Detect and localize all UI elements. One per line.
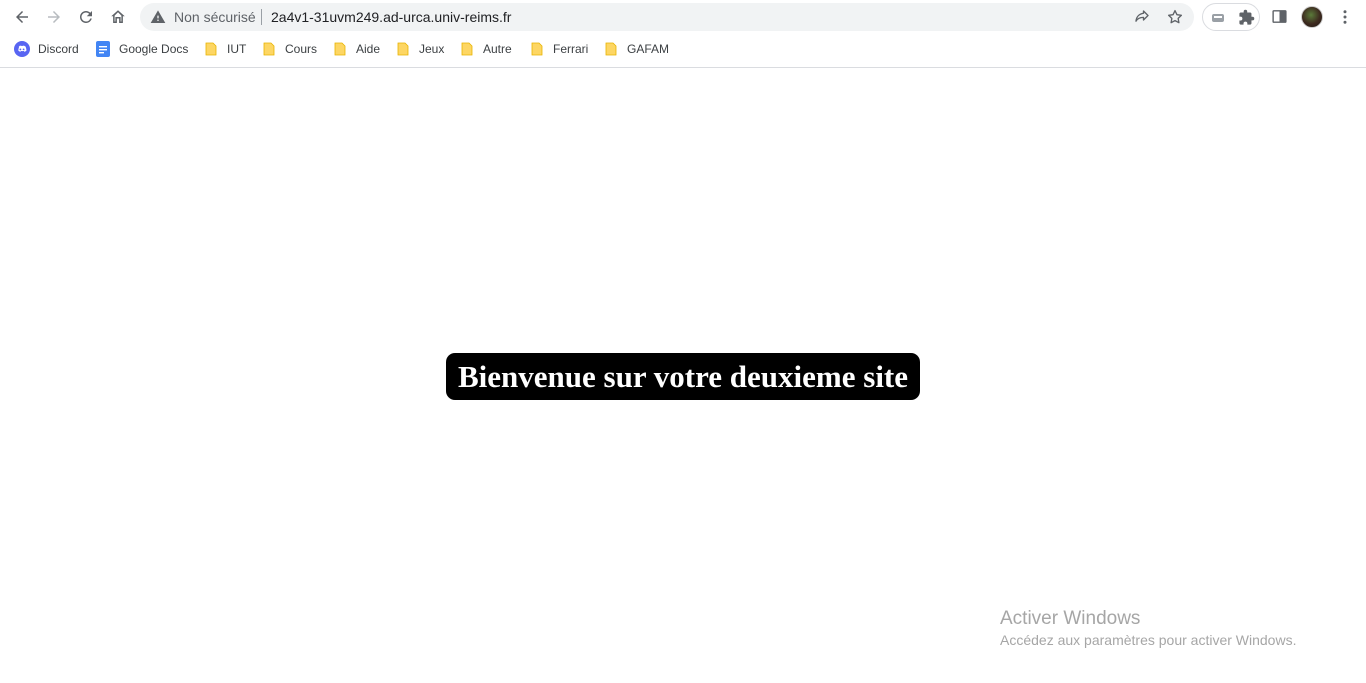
profile-avatar[interactable] [1301, 6, 1323, 28]
bookmark-label: IUT [227, 42, 247, 56]
discord-icon [14, 41, 30, 57]
forward-button[interactable] [40, 3, 68, 31]
bookmark-label: Cours [285, 42, 318, 56]
bookmark-label: Google Docs [119, 42, 189, 56]
bookmark-folder-ferrari[interactable]: Ferrari [529, 40, 588, 58]
address-bar[interactable]: Non sécurisé 2a4v1-31uvm249.ad-urca.univ… [140, 3, 1194, 31]
star-icon[interactable] [1166, 8, 1184, 26]
share-icon[interactable] [1133, 8, 1151, 26]
extensions-area [1202, 3, 1260, 31]
url-text[interactable]: 2a4v1-31uvm249.ad-urca.univ-reims.fr [271, 9, 511, 25]
extension-icon[interactable] [1210, 10, 1226, 26]
bookmark-folder-gafam[interactable]: GAFAM [603, 40, 669, 58]
bookmark-folder-iut[interactable]: IUT [203, 40, 246, 58]
kebab-menu-icon[interactable] [1336, 8, 1354, 26]
browser-toolbar: Non sécurisé 2a4v1-31uvm249.ad-urca.univ… [0, 0, 1366, 35]
watermark-subtitle: Accédez aux paramètres pour activer Wind… [1000, 632, 1297, 648]
bookmarks-bar: Discord Google Docs IUT Cours Aide Jeux … [0, 35, 1366, 63]
folder-icon [205, 42, 217, 56]
bookmark-label: Autre [483, 42, 512, 56]
folder-icon [263, 42, 275, 56]
page-heading: Bienvenue sur votre deuxieme site [446, 353, 920, 400]
bookmark-label: GAFAM [627, 42, 670, 56]
windows-activation-watermark: Activer Windows Accédez aux paramètres p… [1000, 608, 1296, 649]
bookmark-label: Discord [38, 42, 79, 56]
google-docs-icon [96, 41, 110, 57]
watermark-title: Activer Windows [1000, 608, 1141, 629]
bookmark-google-docs[interactable]: Google Docs [95, 40, 188, 58]
bookmark-label: Aide [356, 42, 381, 56]
bookmark-label: Jeux [419, 42, 445, 56]
side-panel-icon[interactable] [1271, 8, 1288, 25]
bookmark-folder-cours[interactable]: Cours [261, 40, 317, 58]
arrow-right-icon [48, 11, 60, 23]
reload-button[interactable] [72, 3, 100, 31]
bookmark-label: Ferrari [553, 42, 589, 56]
bookmark-folder-autre[interactable]: Autre [459, 40, 512, 58]
reload-icon [80, 10, 92, 23]
folder-icon [334, 42, 346, 56]
bookmark-folder-jeux[interactable]: Jeux [395, 40, 444, 58]
folder-icon [605, 42, 617, 56]
home-icon [111, 10, 125, 23]
back-button[interactable] [8, 3, 36, 31]
bookmark-folder-aide[interactable]: Aide [332, 40, 380, 58]
arrow-left-icon [16, 11, 28, 23]
warning-triangle-icon[interactable] [150, 9, 166, 25]
security-status[interactable]: Non sécurisé [174, 9, 256, 25]
folder-icon [461, 42, 473, 56]
puzzle-icon[interactable] [1238, 9, 1255, 26]
folder-icon [397, 42, 409, 56]
home-button[interactable] [104, 3, 132, 31]
folder-icon [531, 42, 543, 56]
bookmark-discord[interactable]: Discord [14, 40, 79, 58]
address-separator [261, 9, 262, 25]
web-page-content: Bienvenue sur votre deuxieme site Active… [0, 68, 1366, 683]
